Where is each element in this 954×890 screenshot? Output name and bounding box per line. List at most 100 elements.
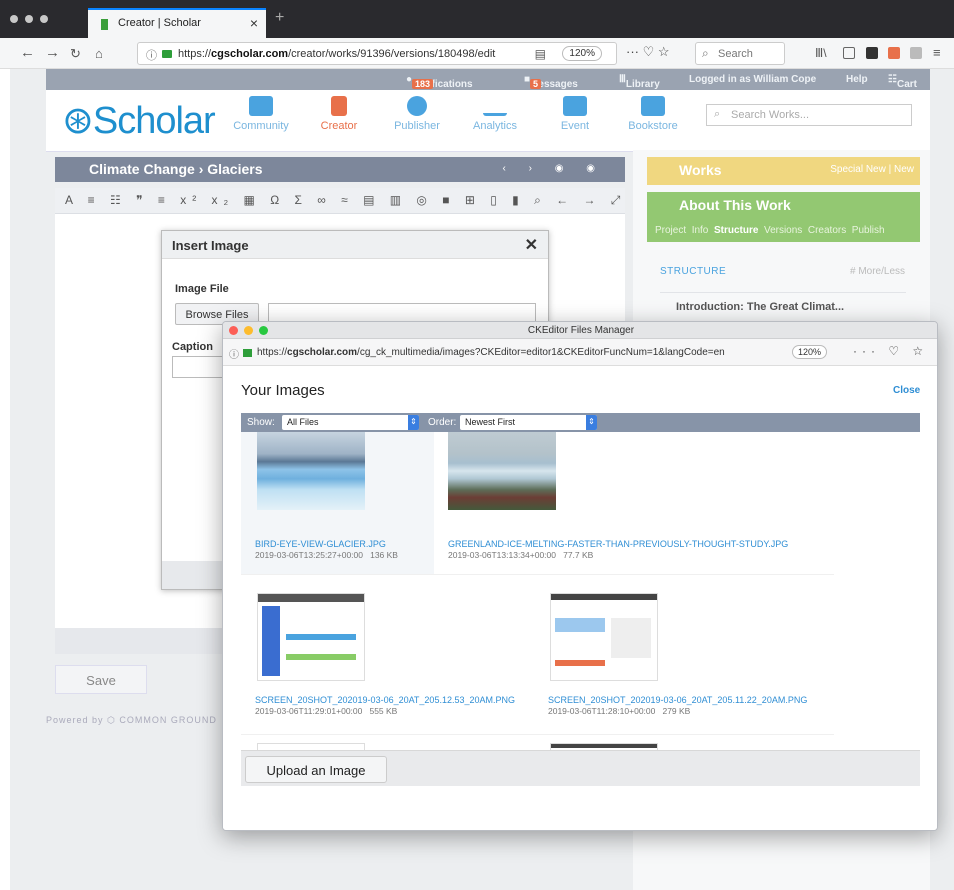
window-minimize-dot[interactable] bbox=[25, 15, 33, 23]
filter-bar: Show: All Files ⇕ Order: Newest First ⇕ bbox=[241, 413, 920, 432]
order-label: Order: bbox=[428, 417, 457, 428]
image-name[interactable]: GREENLAND-ICE-MELTING-FASTER-THAN-PREVIO… bbox=[448, 539, 788, 549]
image-name[interactable]: SCREEN_20SHOT_202019-03-06_20AT_205.12.5… bbox=[255, 695, 515, 705]
help-link[interactable]: Help bbox=[846, 74, 868, 85]
back-icon[interactable]: ← bbox=[20, 44, 35, 61]
nav-community[interactable]: Community bbox=[226, 96, 296, 132]
divider bbox=[660, 292, 906, 293]
close-tab-icon[interactable]: × bbox=[250, 15, 258, 31]
thumb-text bbox=[611, 618, 651, 658]
show-select[interactable]: All Files ⇕ bbox=[282, 415, 419, 430]
thumb-header bbox=[551, 744, 657, 748]
about-this-work-header[interactable]: About This Work bbox=[647, 192, 920, 220]
tab-project[interactable]: Project bbox=[655, 225, 686, 236]
browser-tab[interactable]: Creator | Scholar × bbox=[88, 8, 266, 38]
nav-analytics[interactable]: Analytics bbox=[460, 96, 530, 132]
browser-tab-bar: Creator | Scholar × + bbox=[0, 0, 954, 38]
works-search-input[interactable]: ⌕ Search Works... bbox=[706, 104, 912, 126]
reader-view-icon[interactable]: ▤ bbox=[535, 47, 546, 61]
editor-nav-icons[interactable]: ‹ › ◉ ◉ bbox=[503, 163, 605, 174]
image-tile[interactable] bbox=[534, 734, 834, 750]
more-less-toggle[interactable]: # More/Less bbox=[850, 266, 905, 277]
your-images-heading: Your Images bbox=[241, 382, 325, 399]
tab-publish[interactable]: Publish bbox=[852, 225, 885, 236]
zoom-level[interactable]: 120% bbox=[792, 345, 828, 359]
library-link[interactable]: Ⅲ Library bbox=[619, 74, 660, 90]
screenshot-thumbnail[interactable] bbox=[550, 593, 658, 681]
cart-link[interactable]: ☷ Cart bbox=[888, 74, 917, 90]
url-path: /creator/works/91396/versions/180498/edi… bbox=[288, 48, 496, 60]
window-minimize-icon[interactable] bbox=[244, 326, 253, 335]
screenshot-thumbnail[interactable] bbox=[257, 743, 365, 750]
menu-icon[interactable]: ≡ bbox=[933, 45, 941, 60]
sidebar-icon[interactable] bbox=[843, 47, 855, 59]
works-actions[interactable]: Special New | New bbox=[830, 164, 914, 175]
browser-search-box[interactable]: ⌕ Search bbox=[695, 42, 785, 65]
extension-icon-3[interactable] bbox=[910, 47, 922, 59]
window-zoom-dot[interactable] bbox=[40, 15, 48, 23]
address-bar[interactable]: ⓘ https://cgscholar.com/creator/works/91… bbox=[137, 42, 617, 65]
creator-icon bbox=[331, 96, 347, 116]
screenshot-thumbnail[interactable] bbox=[550, 743, 658, 750]
tab-title: Creator | Scholar bbox=[118, 17, 201, 29]
caption-label: Caption bbox=[172, 341, 213, 353]
image-tile[interactable]: SCREEN_20SHOT_202019-03-06_20AT_205.11.2… bbox=[534, 574, 834, 734]
editor-breadcrumb-bar: Climate Change › Glaciers ‹ › ◉ ◉ bbox=[55, 157, 625, 182]
tab-creators[interactable]: Creators bbox=[808, 225, 846, 236]
structure-item[interactable]: Introduction: The Great Climat... bbox=[676, 301, 844, 313]
new-tab-icon[interactable]: + bbox=[275, 9, 284, 27]
screenshot-thumbnail[interactable] bbox=[257, 593, 365, 681]
logged-in-user[interactable]: Logged in as William Cope bbox=[689, 74, 816, 85]
image-tile[interactable]: GREENLAND-ICE-MELTING-FASTER-THAN-PREVIO… bbox=[434, 432, 810, 574]
close-link[interactable]: Close bbox=[893, 385, 920, 396]
page-actions-icon[interactable]: ··· ♡ ☆ ≡ bbox=[853, 344, 937, 358]
forward-icon[interactable]: → bbox=[45, 44, 60, 61]
site-info-icon[interactable]: ⓘ bbox=[229, 346, 239, 361]
editor-toolbar[interactable]: A ≡ ☷ ❞ ≡ x² x₂ ▦ Ω Σ ∞ ≈ ▤ ▥ ◎ ■ ⊞ ▯ ▮ … bbox=[55, 188, 625, 214]
window-close-icon[interactable] bbox=[229, 326, 238, 335]
close-icon[interactable]: ✕ bbox=[525, 235, 538, 255]
image-meta: 2019-03-06T11:29:01+00:00 555 KB bbox=[255, 706, 398, 716]
library-icon[interactable]: Ⅲ\ bbox=[815, 46, 827, 60]
site-info-icon[interactable]: ⓘ bbox=[146, 47, 157, 63]
breadcrumb[interactable]: Climate Change › Glaciers bbox=[89, 161, 263, 177]
tab-versions[interactable]: Versions bbox=[764, 225, 802, 236]
nav-publisher[interactable]: Publisher bbox=[382, 96, 452, 132]
image-tile[interactable]: BIRD-EYE-VIEW-GLACIER.JPG 2019-03-06T13:… bbox=[241, 432, 434, 574]
popup-address-bar[interactable]: ⓘ https://cgscholar.com/cg_ck_multimedia… bbox=[223, 339, 937, 366]
greenland-thumbnail[interactable] bbox=[448, 432, 556, 510]
nav-creator[interactable]: Creator bbox=[304, 96, 374, 132]
save-button[interactable]: Save bbox=[55, 665, 147, 694]
nav-bookstore[interactable]: Bookstore bbox=[618, 96, 688, 132]
notifications-link[interactable]: ● Notifications 183 bbox=[406, 74, 473, 90]
analytics-icon bbox=[483, 96, 507, 116]
messages-link[interactable]: ■ Messages 5 bbox=[524, 74, 578, 90]
extension-icon[interactable] bbox=[866, 47, 878, 59]
tab-info[interactable]: Info bbox=[692, 225, 709, 236]
search-icon: ⌕ bbox=[702, 46, 709, 60]
account-strip: ● Notifications 183 ■ Messages 5 Ⅲ Libra… bbox=[46, 69, 930, 90]
home-icon[interactable]: ⌂ bbox=[95, 46, 103, 61]
zoom-level[interactable]: 120% bbox=[562, 46, 602, 61]
window-zoom-icon[interactable] bbox=[259, 326, 268, 335]
scholar-logo[interactable]: ⊛Scholar bbox=[62, 98, 216, 143]
image-tile[interactable]: SCREEN_20SHOT_202019-03-06_20AT_205.12.5… bbox=[241, 574, 534, 734]
extension-icon-2[interactable] bbox=[888, 47, 900, 59]
reload-icon[interactable]: ↻ bbox=[70, 46, 81, 62]
bookmark-favicon-icon bbox=[101, 19, 108, 30]
page-actions-icon[interactable]: ··· ♡ ☆ bbox=[626, 44, 670, 60]
bookstore-icon bbox=[641, 96, 665, 116]
window-title: CKEditor Files Manager bbox=[527, 325, 635, 336]
glacier-thumbnail[interactable] bbox=[257, 432, 365, 510]
publisher-icon bbox=[407, 96, 427, 116]
image-name[interactable]: BIRD-EYE-VIEW-GLACIER.JPG bbox=[255, 539, 386, 549]
image-name[interactable]: SCREEN_20SHOT_202019-03-06_20AT_205.11.2… bbox=[548, 695, 807, 705]
image-tile[interactable] bbox=[241, 734, 534, 750]
upload-image-button[interactable]: Upload an Image bbox=[245, 756, 387, 783]
files-manager-titlebar: CKEditor Files Manager bbox=[223, 322, 937, 339]
tab-structure[interactable]: Structure bbox=[714, 225, 758, 236]
order-select[interactable]: Newest First ⇕ bbox=[460, 415, 597, 430]
nav-event[interactable]: Event bbox=[540, 96, 610, 132]
window-close-dot[interactable] bbox=[10, 15, 18, 23]
works-header[interactable]: Works Special New | New bbox=[647, 157, 920, 185]
